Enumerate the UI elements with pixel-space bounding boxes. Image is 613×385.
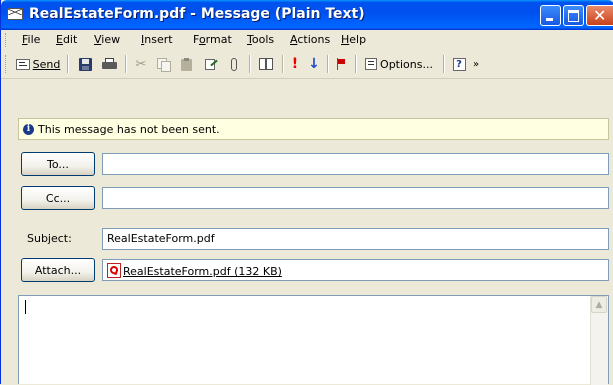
to-field[interactable] xyxy=(102,153,609,175)
address-book-icon xyxy=(258,58,274,70)
importance-high-icon: ! xyxy=(291,56,299,72)
options-icon xyxy=(365,58,378,70)
attach-icon xyxy=(231,57,237,71)
signature-icon xyxy=(204,58,218,71)
subject-label: Subject: xyxy=(27,232,72,245)
toolbar-grip[interactable] xyxy=(5,55,9,73)
print-button[interactable] xyxy=(98,54,120,74)
attach-button-header[interactable]: Attach... xyxy=(21,258,95,282)
subject-field[interactable]: RealEstateForm.pdf xyxy=(102,228,609,250)
toolbar-separator xyxy=(355,55,357,73)
info-icon: i xyxy=(23,123,34,135)
cut-button[interactable]: ✂ xyxy=(131,54,151,74)
send-button[interactable]: Send xyxy=(13,54,63,74)
toolbar-overflow-button[interactable]: » xyxy=(471,54,481,74)
print-icon xyxy=(101,58,117,70)
attach-button-label: Attach... xyxy=(34,263,82,277)
menu-file[interactable]: File xyxy=(22,33,40,46)
close-icon: ✕ xyxy=(593,6,607,25)
menu-tools[interactable]: Tools xyxy=(247,33,274,46)
chevron-up-icon: ▲ xyxy=(595,299,603,310)
help-icon: ? xyxy=(452,57,466,71)
toolbar-separator xyxy=(327,55,329,73)
cut-icon: ✂ xyxy=(135,56,147,72)
toolbar-separator xyxy=(443,55,445,73)
save-icon xyxy=(78,57,92,71)
standard-toolbar: Send ✂ ! ↓ Options... ? » xyxy=(1,50,613,79)
cc-button-label: Cc... xyxy=(45,191,71,205)
chevron-right-icon: » xyxy=(472,58,480,70)
paste-icon xyxy=(180,57,193,71)
menubar-grip[interactable] xyxy=(5,33,9,47)
to-button-label: To... xyxy=(47,157,69,171)
toolbar-separator xyxy=(249,55,251,73)
options-label: Options... xyxy=(380,57,433,71)
signature-button[interactable] xyxy=(201,54,221,74)
menu-edit[interactable]: Edit xyxy=(56,33,77,46)
paste-button[interactable] xyxy=(176,54,196,74)
window-title: RealEstateForm.pdf - Message (Plain Text… xyxy=(29,6,365,22)
flag-button[interactable] xyxy=(332,54,350,74)
menu-insert[interactable]: Insert xyxy=(141,33,173,46)
info-bar-text: This message has not been sent. xyxy=(38,122,220,136)
message-body[interactable]: ▲ xyxy=(18,295,609,385)
save-button[interactable] xyxy=(75,54,95,74)
envelope-icon xyxy=(7,8,23,20)
address-book-button[interactable] xyxy=(255,54,277,74)
menu-bar: File Edit View Insert Format Tools Actions Help xyxy=(1,30,613,50)
attach-button[interactable] xyxy=(225,54,243,74)
options-button[interactable]: Options... xyxy=(361,54,437,74)
cc-field[interactable] xyxy=(102,187,609,209)
attachment-link[interactable]: RealEstateForm.pdf (132 KB) xyxy=(123,265,282,278)
minimize-button[interactable] xyxy=(540,5,561,26)
vertical-scrollbar[interactable]: ▲ xyxy=(590,296,608,385)
info-bar: i This message has not been sent. xyxy=(18,118,609,140)
send-icon xyxy=(15,58,30,70)
close-button[interactable]: ✕ xyxy=(586,5,613,26)
toolbar-separator xyxy=(282,55,284,73)
importance-low-button[interactable]: ↓ xyxy=(306,54,322,74)
attachment-field: RealEstateForm.pdf (132 KB) xyxy=(102,259,609,281)
toolbar-separator xyxy=(67,55,69,73)
title-bar[interactable]: RealEstateForm.pdf - Message (Plain Text… xyxy=(1,0,613,30)
importance-low-icon: ↓ xyxy=(308,56,320,72)
maximize-button[interactable] xyxy=(563,5,584,26)
pdf-file-icon xyxy=(107,263,121,278)
send-label: Send xyxy=(32,57,61,71)
toolbar-separator xyxy=(125,55,127,73)
importance-high-button[interactable]: ! xyxy=(287,54,303,74)
menu-actions[interactable]: Actions xyxy=(290,33,330,46)
flag-icon xyxy=(336,58,346,70)
compose-window: RealEstateForm.pdf - Message (Plain Text… xyxy=(0,0,613,385)
menu-help[interactable]: Help xyxy=(341,33,366,46)
copy-icon xyxy=(156,57,171,72)
to-button[interactable]: To... xyxy=(21,152,95,176)
help-button[interactable]: ? xyxy=(449,54,469,74)
copy-button[interactable] xyxy=(153,54,173,74)
cc-button[interactable]: Cc... xyxy=(21,186,95,210)
menu-view[interactable]: View xyxy=(94,33,120,46)
scroll-up-button[interactable]: ▲ xyxy=(591,296,607,313)
menu-format[interactable]: Format xyxy=(193,33,232,46)
text-caret xyxy=(25,300,26,314)
